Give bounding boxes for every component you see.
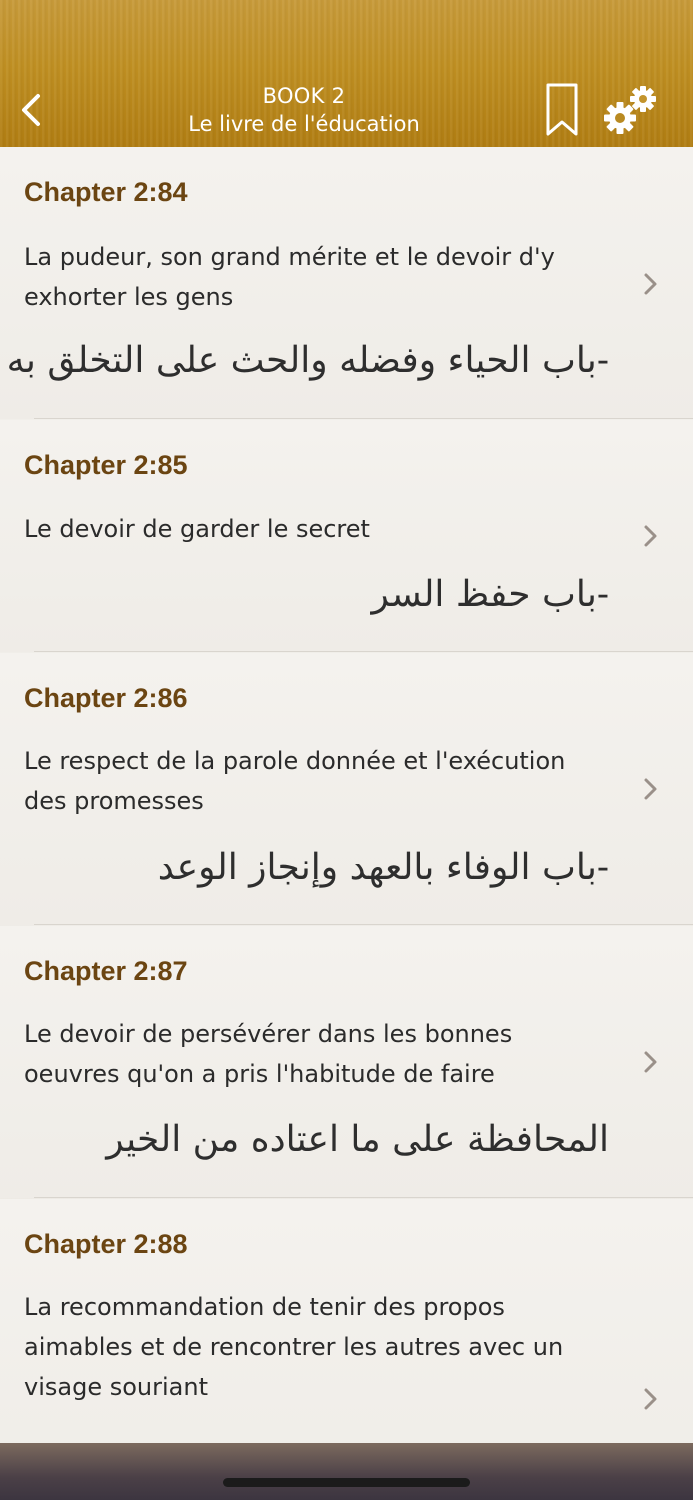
settings-button[interactable] — [602, 82, 662, 138]
book-label: BOOK 2 — [262, 84, 346, 108]
screen: BOOK 2 Le livre de l'éducation Chapter 2… — [0, 0, 693, 1500]
chevron-right-icon — [644, 778, 657, 800]
divider — [34, 1197, 693, 1198]
divider — [34, 418, 693, 419]
list-item[interactable]: Chapter 2:85 Le devoir de garder le secr… — [0, 420, 693, 652]
gears-icon — [604, 86, 656, 134]
chapter-title-arabic: -باب حفظ السر — [371, 574, 609, 615]
chapter-title-arabic: -باب الحياء وفضله والحث على التخلق به — [6, 340, 609, 381]
chevron-right-icon — [644, 1388, 657, 1410]
bookmark-icon — [546, 83, 578, 136]
chapter-list[interactable]: Chapter 2:84 La pudeur, son grand mérite… — [0, 147, 693, 1443]
back-button[interactable] — [14, 88, 54, 132]
list-item[interactable]: Chapter 2:87 Le devoir de persévérer dan… — [0, 926, 693, 1198]
chapter-title-arabic: -باب الوفاء بالعهد وإنجاز الوعد — [157, 847, 609, 888]
chapter-number: Chapter 2:88 — [24, 1229, 188, 1259]
chevron-right-icon — [644, 525, 657, 547]
list-item[interactable]: Chapter 2:84 La pudeur, son grand mérite… — [0, 147, 693, 419]
list-item[interactable]: Chapter 2:88 La recommandation de tenir … — [0, 1199, 693, 1443]
chapter-title-french: Le devoir de garder le secret — [24, 515, 370, 543]
chapter-title-arabic: المحافظة على ما اعتاده من الخير — [106, 1119, 609, 1160]
chevron-right-icon — [644, 273, 657, 295]
divider — [34, 651, 693, 652]
bookmark-button[interactable] — [544, 82, 580, 138]
home-indicator[interactable] — [223, 1478, 470, 1487]
divider — [34, 924, 693, 925]
list-item[interactable]: Chapter 2:86 Le respect de la parole don… — [0, 653, 693, 925]
header-title: BOOK 2 Le livre de l'éducation — [100, 82, 508, 138]
chapter-title-french: La recommandation de tenir des propos ai… — [24, 1293, 564, 1401]
chapter-number: Chapter 2:85 — [24, 450, 188, 480]
chapter-title-french: Le devoir de persévérer dans les bonnes … — [24, 1020, 513, 1088]
chapter-number: Chapter 2:86 — [24, 683, 188, 713]
chapter-number: Chapter 2:87 — [24, 956, 188, 986]
chevron-left-icon — [22, 94, 40, 126]
chapter-number: Chapter 2:84 — [24, 177, 188, 207]
chapter-title-french: Le respect de la parole donnée et l'exéc… — [24, 747, 566, 815]
chapter-title-french: La pudeur, son grand mérite et le devoir… — [24, 243, 555, 311]
chevron-right-icon — [644, 1051, 657, 1073]
bottom-background — [0, 1443, 693, 1500]
header-bar: BOOK 2 Le livre de l'éducation — [0, 0, 693, 147]
book-title: Le livre de l'éducation — [188, 112, 420, 136]
